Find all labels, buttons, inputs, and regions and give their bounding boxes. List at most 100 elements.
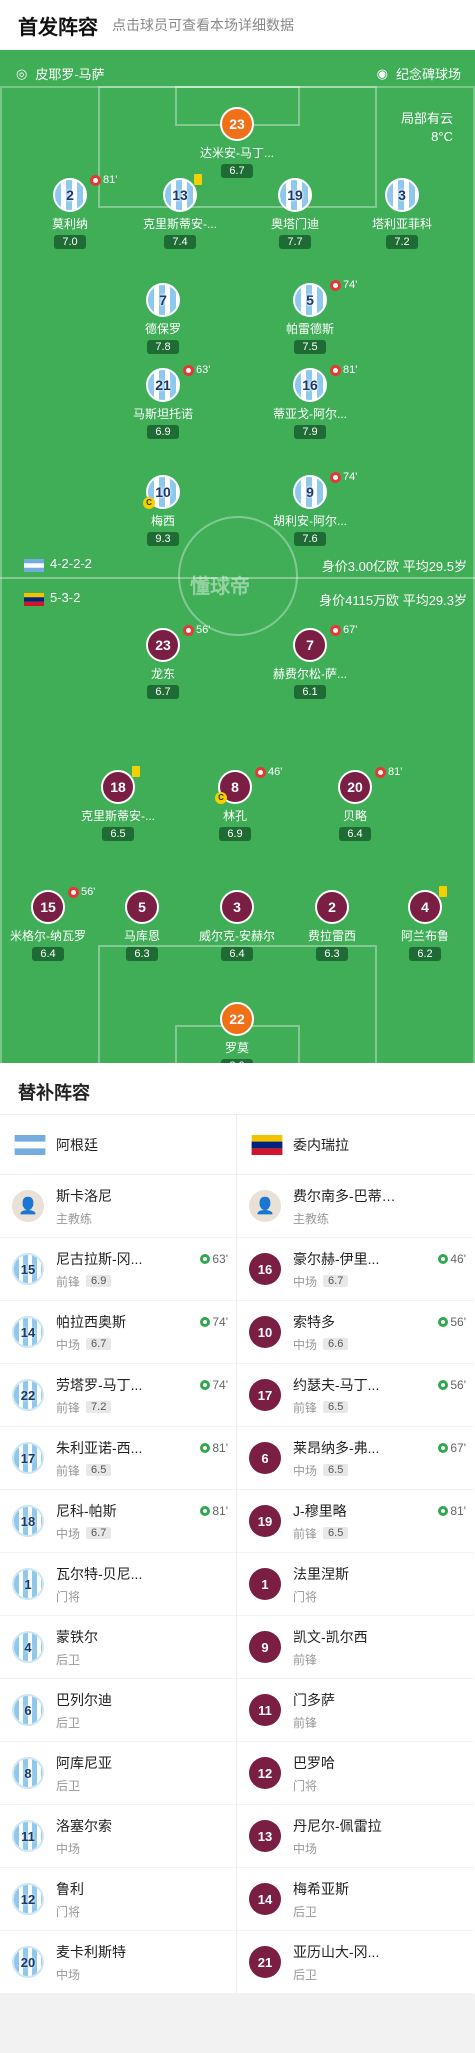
sub-row[interactable]: 1 瓦尔特-贝尼... 门将 (0, 1553, 236, 1616)
away-avg-age: 平均29.3岁 (402, 593, 467, 608)
sub-row[interactable]: 14 梅希亚斯 后卫 (237, 1868, 474, 1931)
jersey-icon: 12 (249, 1757, 281, 1789)
jersey-icon: 1 (12, 1568, 44, 1600)
sub-player-position: 前锋 (56, 1463, 81, 1478)
sub-player-name: 梅希亚斯 (293, 1880, 349, 1897)
page-subtitle: 点击球员可查看本场详细数据 (112, 17, 294, 33)
sub-row[interactable]: 15 尼古拉斯-冈... 前锋 6.9 63' (0, 1238, 236, 1301)
sub-row[interactable]: 18 尼科-帕斯 中场 6.7 81' (0, 1490, 236, 1553)
player-name: 克里斯蒂安-... (143, 217, 217, 231)
sub-player-position: 后卫 (293, 1904, 318, 1919)
sub-in-icon (200, 1254, 211, 1264)
sub-row[interactable]: 11 洛塞尔索 中场 (0, 1805, 236, 1868)
player-ven-20[interactable]: 20 81' 贝略 6.4 (295, 766, 415, 842)
sub-player-name: 阿库尼亚 (56, 1754, 112, 1771)
sub-row[interactable]: 20 麦卡利斯特 中场 (0, 1931, 236, 1994)
home-subs-team-name: 阿根廷 (56, 1136, 98, 1153)
jersey-icon: 21 (146, 368, 180, 402)
player-ven-18[interactable]: 18 克里斯蒂安-... 6.5 (58, 766, 178, 842)
sub-row[interactable]: 17 朱利亚诺-西... 前锋 6.5 81' (0, 1427, 236, 1490)
player-arg-3[interactable]: 3 塔利亚菲科 7.2 (342, 178, 462, 250)
sub-row[interactable]: 11 门多萨 前锋 (237, 1679, 474, 1742)
sub-in-tag: 81' (438, 1504, 466, 1518)
sub-in-tag: 56' (438, 1378, 466, 1392)
sub-player-position: 前锋 (56, 1274, 81, 1289)
jersey-icon: 6 (12, 1694, 44, 1726)
player-arg-21[interactable]: 21 63' 马斯坦托诺 6.9 (103, 364, 223, 440)
sub-row[interactable]: 16 豪尔赫-伊里... 中场 6.7 46' (237, 1238, 474, 1301)
sub-player-rating: 6.6 (323, 1338, 349, 1350)
sub-row[interactable]: 13 丹尼尔-佩雷拉 中场 (237, 1805, 474, 1868)
jersey-number: 9 (306, 484, 314, 500)
sub-row[interactable]: 12 鲁利 门将 (0, 1868, 236, 1931)
player-arg-23[interactable]: 23 达米安-马丁... 6.7 (177, 107, 297, 179)
jersey-number: 23 (155, 637, 171, 653)
player-name: 梅西 (150, 514, 175, 528)
player-arg-7[interactable]: 7 德保罗 7.8 (103, 283, 223, 355)
jersey-number: 13 (172, 187, 188, 203)
weather: 局部有云 8°C (401, 110, 453, 146)
sub-row[interactable]: 1 法里涅斯 门将 (237, 1553, 474, 1616)
player-name: 胡利安-阿尔... (273, 514, 347, 528)
jersey-icon: 17 (12, 1442, 44, 1474)
sub-row[interactable]: 8 阿库尼亚 后卫 (0, 1742, 236, 1805)
sub-player-name: 约瑟夫-马丁... (293, 1376, 380, 1393)
player-rating: 6.1 (294, 685, 326, 699)
sub-player-position: 中场 (56, 1337, 81, 1352)
away-coach[interactable]: 👤 费尔南多-巴蒂斯塔 主教练 (237, 1175, 474, 1238)
sub-row[interactable]: 14 帕拉西奥斯 中场 6.7 74' (0, 1301, 236, 1364)
sub-in-minute: 74' (212, 1378, 228, 1392)
player-arg-5[interactable]: 5 74' 帕雷德斯 7.5 (250, 279, 370, 355)
substitution-tag: 74' (330, 471, 357, 483)
player-rating: 6.9 (147, 425, 179, 439)
sub-player-position: 中场 (293, 1463, 318, 1478)
player-arg-9[interactable]: 9 74' 胡利安-阿尔... 7.6 (250, 471, 370, 547)
home-coach[interactable]: 👤 斯卡洛尼 主教练 (0, 1175, 236, 1238)
player-arg-10[interactable]: 10 C 梅西 9.3 (103, 475, 223, 547)
sub-row[interactable]: 17 约瑟夫-马丁... 前锋 6.5 56' (237, 1364, 474, 1427)
sub-row[interactable]: 19 J-穆里略 前锋 6.5 81' (237, 1490, 474, 1553)
weather-text: 局部有云 (400, 111, 453, 126)
player-rating: 6.2 (409, 947, 441, 961)
player-name: 克里斯蒂安-... (81, 809, 155, 823)
home-formation: 4-2-2-2 (50, 556, 92, 571)
player-rating: 7.6 (294, 532, 326, 546)
sub-row[interactable]: 21 亚历山大-冈... 后卫 (237, 1931, 474, 1994)
player-name: 塔利亚菲科 (371, 217, 432, 231)
sub-player-rating: 6.5 (323, 1464, 349, 1476)
sub-row[interactable]: 6 巴列尔迪 后卫 (0, 1679, 236, 1742)
player-arg-2[interactable]: 2 81' 莫利纳 7.0 (10, 174, 130, 250)
jersey-icon: 22 (12, 1379, 44, 1411)
player-ven-22[interactable]: 22罗莫8.0 (177, 1002, 297, 1063)
captain-icon: C (143, 497, 155, 509)
player-ven-4[interactable]: 4 阿兰布鲁 6.2 (365, 886, 475, 962)
player-arg-13[interactable]: 13 克里斯蒂安-... 7.4 (120, 174, 240, 250)
home-avg-age: 平均29.5岁 (402, 559, 467, 574)
sub-row[interactable]: 10 索特多 中场 6.6 56' (237, 1301, 474, 1364)
sub-player-rating: 6.5 (86, 1464, 112, 1476)
sub-player-name: 洛塞尔索 (56, 1817, 112, 1834)
jersey-number: 18 (110, 779, 126, 795)
substitution-icon (375, 766, 386, 778)
sub-row[interactable]: 12 巴罗哈 门将 (237, 1742, 474, 1805)
sub-row[interactable]: 22 劳塔罗-马丁... 前锋 7.2 74' (0, 1364, 236, 1427)
player-arg-19[interactable]: 19 奥塔门迪 7.7 (235, 178, 355, 250)
sub-player-name: J-穆里略 (293, 1502, 347, 1519)
player-ven-23[interactable]: 23 56' 龙东 6.7 (103, 624, 223, 700)
jersey-icon: 3 (220, 890, 254, 924)
jersey-icon: 22 (220, 1002, 254, 1036)
sub-row[interactable]: 4 蒙铁尔 后卫 (0, 1616, 236, 1679)
player-ven-7[interactable]: 7 67' 赫费尔松-萨... 6.1 (250, 624, 370, 700)
substitution-icon (183, 364, 194, 376)
sub-player-name: 索特多 (293, 1313, 335, 1330)
home-subs-column: 阿根廷 👤 斯卡洛尼 主教练 15 尼古拉斯-冈... 前锋 6.9 63' 14 帕拉西奥斯… (0, 1115, 237, 1994)
sub-row[interactable]: 9 凯文-凯尔西 前锋 (237, 1616, 474, 1679)
home-subs-team: 阿根廷 (0, 1115, 236, 1175)
sub-in-minute: 81' (212, 1504, 228, 1518)
jersey-number: 3 (398, 187, 406, 203)
sub-row[interactable]: 6 莱昂纳多-弗... 中场 6.5 67' (237, 1427, 474, 1490)
player-ven-8[interactable]: 8 46' C 林孔 6.9 (175, 766, 295, 842)
yellow-card-icon (194, 174, 202, 185)
player-arg-16[interactable]: 16 81' 蒂亚戈-阿尔... 7.9 (250, 364, 370, 440)
player-rating: 6.5 (102, 827, 134, 841)
